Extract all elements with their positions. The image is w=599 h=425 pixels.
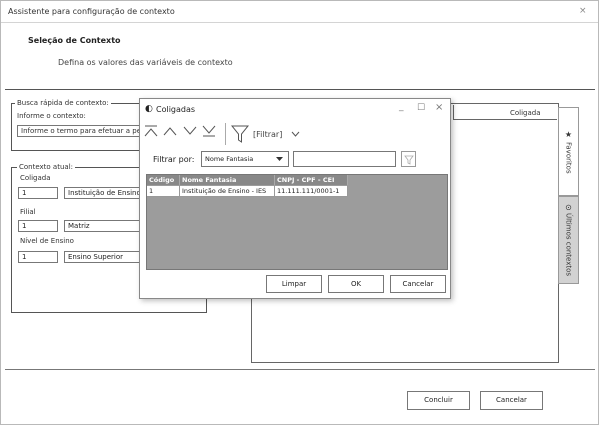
- favorites-table-header: [453, 105, 557, 120]
- tab-favoritos-label: Favoritos: [564, 141, 573, 174]
- filter-menu-chevron-icon[interactable]: [291, 131, 300, 137]
- filter-field-value: Nome Fantasia: [205, 155, 254, 163]
- dialog-maximize-icon[interactable]: ☐: [417, 103, 425, 113]
- footer-divider: [5, 369, 595, 370]
- grid-header-nome[interactable]: Nome Fantasia: [180, 175, 275, 185]
- quick-search-label: Informe o contexto:: [17, 112, 86, 120]
- tab-favoritos[interactable]: ★ Favoritos: [558, 107, 579, 196]
- filter-menu[interactable]: [Filtrar]: [253, 130, 282, 139]
- coligadas-dialog: ◐ Coligadas _ ☐ × [Filtrar] Filtrar por:…: [139, 98, 451, 299]
- dialog-close-icon[interactable]: ×: [435, 102, 443, 113]
- nav-prev-icon[interactable]: [163, 126, 177, 136]
- filial-label: Filial: [20, 208, 36, 216]
- page-subtitle: Defina os valores das variáveis de conte…: [58, 58, 233, 67]
- filter-value-input[interactable]: [293, 151, 396, 167]
- nivel-code-field[interactable]: 1: [18, 251, 58, 263]
- dialog-cancelar-button[interactable]: Cancelar: [390, 275, 446, 293]
- tab-ultimos-contextos[interactable]: ⊙ Últimos contextos: [558, 196, 579, 284]
- title-bar: Assistente para configuração de contexto…: [1, 1, 598, 23]
- grid-cell-codigo[interactable]: 1: [147, 186, 180, 197]
- apply-filter-icon: [404, 155, 414, 165]
- filial-code-field[interactable]: 1: [18, 220, 58, 232]
- grid-header-cnpj[interactable]: CNPJ - CPF - CEI: [275, 175, 348, 185]
- ok-button[interactable]: OK: [328, 275, 384, 293]
- tab-ultimos-label: Últimos contextos: [564, 213, 573, 277]
- grid-cell-nome[interactable]: Instituição de Ensino - IES: [180, 186, 275, 197]
- nivel-name-field[interactable]: Ensino Superior: [64, 251, 140, 263]
- coligada-column-header[interactable]: Coligada: [510, 109, 541, 117]
- coligada-name-field[interactable]: Instituição de Ensino - IES: [64, 187, 140, 199]
- page-title: Seleção de Contexto: [28, 36, 121, 45]
- header-divider: [5, 89, 595, 90]
- cancelar-button[interactable]: Cancelar: [480, 391, 543, 410]
- apply-filter-button[interactable]: [401, 151, 416, 167]
- grid-header-codigo[interactable]: Código: [147, 175, 180, 185]
- nav-next-icon[interactable]: [183, 126, 197, 136]
- window-close-icon[interactable]: ×: [579, 6, 587, 16]
- nivel-label: Nível de Ensino: [20, 237, 74, 245]
- dialog-app-icon: ◐: [145, 104, 153, 114]
- filter-select-chevron-icon[interactable]: [276, 157, 283, 161]
- filter-by-label: Filtrar por:: [153, 155, 195, 164]
- toolbar-separator: [225, 123, 226, 145]
- star-icon: ★: [564, 129, 573, 139]
- current-context-legend: Contexto atual:: [17, 163, 75, 171]
- coligada-code-field[interactable]: 1: [18, 187, 58, 199]
- dialog-title: Coligadas: [156, 105, 196, 114]
- coligada-label: Coligada: [20, 174, 51, 182]
- filial-name-field[interactable]: Matriz: [64, 220, 140, 232]
- concluir-button[interactable]: Concluir: [407, 391, 470, 410]
- quick-search-input[interactable]: Informe o termo para efetuar a pesquisa: [17, 125, 149, 137]
- limpar-button[interactable]: Limpar: [266, 275, 322, 293]
- dialog-minimize-icon[interactable]: _: [399, 102, 404, 112]
- grid-cell-cnpj[interactable]: 11.111.111/0001-1: [275, 186, 348, 197]
- nav-first-icon[interactable]: [144, 125, 158, 137]
- nav-last-icon[interactable]: [202, 125, 216, 137]
- quick-search-legend: Busca rápida de contexto:: [15, 99, 111, 107]
- history-icon: ⊙: [564, 203, 573, 211]
- window-title: Assistente para configuração de contexto: [8, 7, 175, 16]
- filter-funnel-icon[interactable]: [231, 125, 249, 143]
